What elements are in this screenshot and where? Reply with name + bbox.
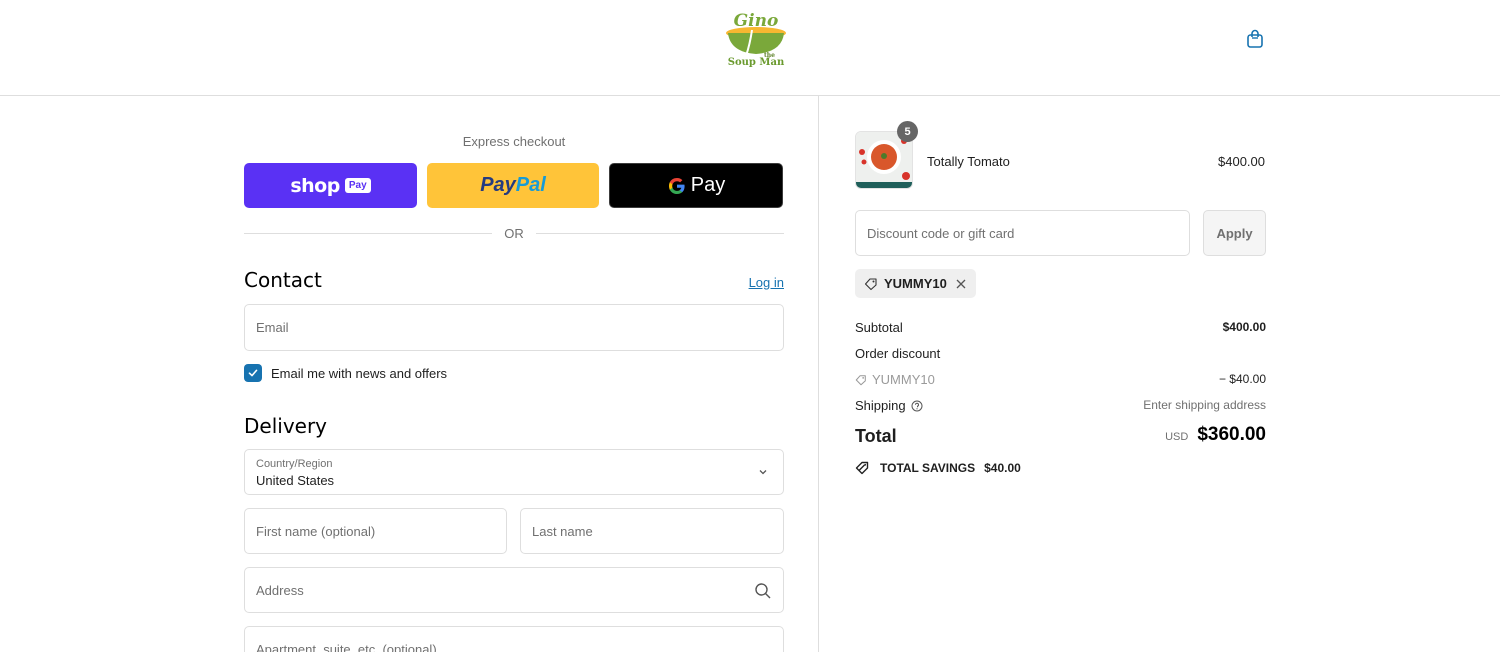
help-icon[interactable] — [911, 400, 923, 412]
shopping-bag-icon — [1247, 29, 1263, 48]
total-value: $360.00 — [1197, 424, 1266, 445]
subtotal-label: Subtotal — [855, 320, 903, 335]
currency-code: USD — [1165, 431, 1189, 443]
country-select[interactable]: Country/Region United States — [244, 449, 784, 495]
country-label: Country/Region — [256, 458, 333, 470]
chevron-down-icon — [759, 470, 767, 475]
item-price: $400.00 — [1218, 154, 1265, 169]
express-checkout-label: Express checkout — [462, 134, 566, 149]
address-input[interactable] — [245, 568, 783, 612]
shipping-row: Shipping — [855, 398, 923, 413]
apartment-input[interactable] — [245, 627, 783, 652]
order-summary: 5 Totally Tomato $400.00 Apply YUMMY10 S… — [820, 96, 1500, 652]
shipping-value: Enter shipping address — [1143, 398, 1266, 412]
email-field[interactable] — [244, 304, 784, 351]
first-name-input[interactable] — [245, 509, 506, 553]
logo-text-bottom: Soup Man — [728, 57, 785, 68]
divider-right — [536, 233, 784, 234]
last-name-field[interactable] — [520, 508, 784, 554]
savings-tag-icon — [855, 461, 869, 475]
cart-button[interactable] — [1243, 27, 1267, 51]
discount-code-field[interactable] — [855, 210, 1190, 256]
search-icon — [755, 583, 771, 599]
address-field[interactable] — [244, 567, 784, 613]
apply-discount-button[interactable]: Apply — [1203, 210, 1266, 256]
google-pay-button[interactable]: Pay — [609, 163, 783, 208]
shop-pay-wordmark: shop — [290, 174, 340, 197]
contact-heading: Contact — [244, 268, 322, 292]
order-discount-label: Order discount — [855, 346, 941, 361]
country-value: United States — [256, 473, 335, 488]
discount-code-row: YUMMY10 — [855, 372, 935, 387]
shop-pay-chip: Pay — [344, 178, 371, 193]
item-name: Totally Tomato — [927, 154, 1010, 169]
newsletter-checkbox-row[interactable]: Email me with news and offers — [244, 364, 447, 382]
first-name-field[interactable] — [244, 508, 507, 554]
google-pay-wordmark: Pay — [690, 174, 726, 196]
newsletter-label: Email me with news and offers — [271, 365, 448, 381]
tag-icon — [855, 374, 866, 385]
savings-value: $40.00 — [984, 461, 1021, 475]
paypal-wordmark-part1: Pay — [480, 174, 516, 196]
delivery-heading: Delivery — [244, 414, 328, 438]
quantity-badge: 5 — [897, 121, 918, 142]
paypal-wordmark-part2: Pal — [515, 174, 546, 196]
discount-code-text: YUMMY10 — [872, 372, 935, 387]
checkout-form: Express checkout shop Pay Pay Pal Pay OR … — [0, 96, 819, 652]
total-value-group: USD $360.00 — [1165, 424, 1266, 446]
total-savings: TOTAL SAVINGS $40.00 — [855, 460, 1021, 476]
newsletter-checkbox[interactable] — [244, 364, 262, 382]
total-label: Total — [855, 426, 897, 446]
shipping-label: Shipping — [855, 398, 906, 413]
savings-label: TOTAL SAVINGS — [880, 461, 976, 475]
applied-code-text: YUMMY10 — [884, 276, 947, 291]
google-g-icon — [668, 177, 685, 194]
header: Gino the Soup Man — [0, 0, 1500, 96]
remove-discount-icon[interactable] — [955, 278, 967, 290]
login-link[interactable]: Log in — [740, 275, 784, 290]
or-divider-text: OR — [504, 226, 524, 241]
apartment-field[interactable] — [244, 626, 784, 652]
paypal-button[interactable]: Pay Pal — [427, 163, 599, 208]
discount-code-input[interactable] — [856, 211, 1189, 255]
email-input[interactable] — [245, 305, 783, 350]
subtotal-value: $400.00 — [1222, 320, 1266, 334]
shop-pay-button[interactable]: shop Pay — [244, 163, 417, 208]
brand-logo[interactable]: Gino the Soup Man — [718, 8, 794, 68]
applied-discount-chip: YUMMY10 — [855, 269, 976, 298]
tag-icon — [864, 277, 877, 290]
last-name-input[interactable] — [521, 509, 783, 553]
discount-value: − $40.00 — [1218, 372, 1266, 386]
divider-left — [244, 233, 492, 234]
checkmark-icon — [248, 369, 258, 377]
